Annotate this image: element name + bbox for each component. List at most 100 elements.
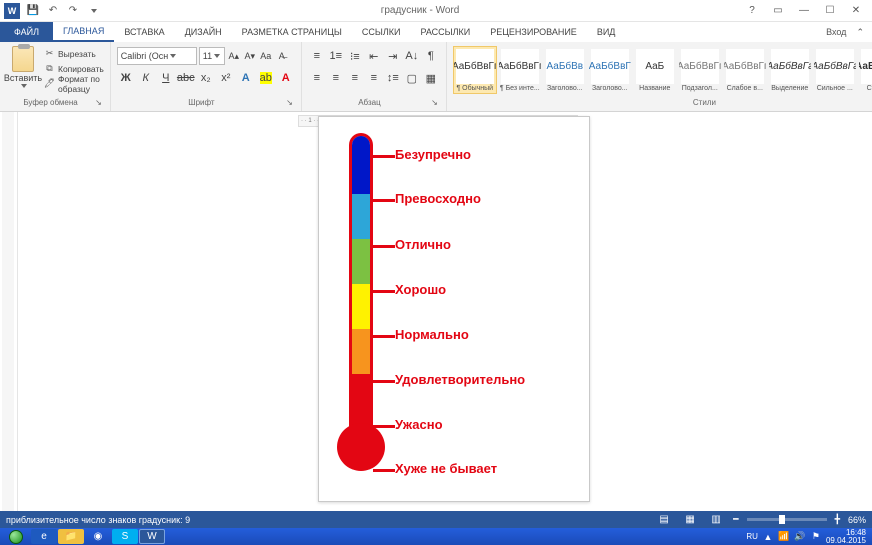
font-size-select[interactable]: 11 bbox=[199, 47, 225, 65]
clipboard-launcher-icon[interactable]: ↘ bbox=[95, 98, 102, 107]
format-painter-button[interactable]: 🖊Формат по образцу bbox=[44, 76, 104, 91]
grow-font-icon[interactable]: A▴ bbox=[227, 49, 241, 63]
status-text[interactable]: приблизительное число знаков градусник: … bbox=[6, 515, 190, 525]
taskbar-word-icon[interactable]: W bbox=[139, 529, 165, 544]
change-case-icon[interactable]: Aa bbox=[259, 49, 273, 63]
align-right-button[interactable]: ≡ bbox=[346, 69, 364, 87]
thermometer-tick bbox=[373, 425, 395, 428]
style-item[interactable]: АаБбВвГЗаголово... bbox=[588, 46, 632, 94]
cut-button[interactable]: ✂Вырезать bbox=[44, 46, 104, 61]
tab-review[interactable]: РЕЦЕНЗИРОВАНИЕ bbox=[480, 22, 587, 42]
borders-button[interactable]: ▦ bbox=[422, 69, 440, 87]
account-signin[interactable]: Вход bbox=[826, 27, 846, 37]
align-center-button[interactable]: ≡ bbox=[327, 69, 345, 87]
tab-view[interactable]: ВИД bbox=[587, 22, 626, 42]
qat-customize-icon[interactable] bbox=[86, 4, 100, 18]
font-launcher-icon[interactable]: ↘ bbox=[286, 98, 293, 107]
tab-file[interactable]: ФАЙЛ bbox=[0, 22, 53, 42]
font-family-select[interactable]: Calibri (Осн bbox=[117, 47, 197, 65]
italic-button[interactable]: К bbox=[137, 69, 155, 87]
zoom-in-icon[interactable]: ╋ bbox=[835, 514, 840, 525]
tray-sound-icon[interactable]: 🔊 bbox=[794, 531, 806, 543]
start-button[interactable] bbox=[2, 529, 30, 544]
tab-layout[interactable]: РАЗМЕТКА СТРАНИЦЫ bbox=[232, 22, 352, 42]
maximize-icon[interactable]: ☐ bbox=[818, 2, 842, 20]
line-spacing-button[interactable]: ↕≡ bbox=[384, 69, 402, 87]
font-group-label: Шрифт bbox=[188, 98, 214, 107]
subscript-button[interactable]: x₂ bbox=[197, 69, 215, 87]
style-preview: АаБбВвГ bbox=[591, 49, 629, 84]
ribbon: Вставить ✂Вырезать ⧉Копировать 🖊Формат п… bbox=[0, 42, 872, 112]
highlight-button[interactable]: ab bbox=[257, 69, 275, 87]
zoom-thumb[interactable] bbox=[779, 515, 785, 524]
style-item[interactable]: АаБНазвание bbox=[633, 46, 677, 94]
tab-home[interactable]: ГЛАВНАЯ bbox=[53, 22, 114, 42]
style-item[interactable]: АаБбВвГгВыделение bbox=[768, 46, 812, 94]
paste-button[interactable]: Вставить bbox=[6, 44, 40, 88]
text-effects-button[interactable]: A bbox=[237, 69, 255, 87]
zoom-slider[interactable] bbox=[747, 518, 827, 521]
taskbar-ie-icon[interactable]: e bbox=[31, 529, 57, 544]
bullets-button[interactable]: ≡ bbox=[308, 47, 326, 65]
collapse-ribbon-icon[interactable]: ⌃ bbox=[856, 27, 864, 38]
zoom-out-icon[interactable]: ━ bbox=[733, 514, 738, 525]
vertical-ruler[interactable] bbox=[0, 112, 18, 528]
style-item[interactable]: АаБбВвГг¶ Обычный bbox=[453, 46, 497, 94]
style-item[interactable]: АаБбВвГгПодзагол... bbox=[678, 46, 722, 94]
tab-references[interactable]: ССЫЛКИ bbox=[352, 22, 411, 42]
taskbar-explorer-icon[interactable]: 📁 bbox=[58, 529, 84, 544]
align-left-button[interactable]: ≡ bbox=[308, 69, 326, 87]
document-area[interactable]: · · 1 · · 2 · · 3 · · 4 · · 5 · · 6 · · … bbox=[18, 112, 872, 528]
bold-button[interactable]: Ж bbox=[117, 69, 135, 87]
multilevel-button[interactable]: ⁝≡ bbox=[346, 47, 364, 65]
qat-undo-icon[interactable]: ↶ bbox=[46, 4, 60, 18]
justify-button[interactable]: ≡ bbox=[365, 69, 383, 87]
superscript-button[interactable]: x² bbox=[217, 69, 235, 87]
taskbar-skype-icon[interactable]: S bbox=[112, 529, 138, 544]
tray-network-icon[interactable]: 📶 bbox=[778, 531, 790, 543]
window-title: градусник - Word bbox=[100, 5, 740, 16]
decrease-indent-button[interactable]: ⇤ bbox=[365, 47, 383, 65]
group-font: Calibri (Осн 11 A▴ A▾ Aa A̶ Ж К Ч abc x₂… bbox=[111, 42, 302, 111]
paragraph-launcher-icon[interactable]: ↘ bbox=[431, 98, 438, 107]
zoom-level[interactable]: 66% bbox=[848, 515, 866, 525]
style-item[interactable]: АаБбВвГг¶ Без инте... bbox=[498, 46, 542, 94]
sort-button[interactable]: A↓ bbox=[403, 47, 421, 65]
style-item[interactable]: АаБбВвГгСтрогий bbox=[858, 46, 872, 94]
style-item[interactable]: АаБбВвГгСильное ... bbox=[813, 46, 857, 94]
tray-flag-icon[interactable]: ▲ bbox=[762, 531, 774, 543]
style-item[interactable]: АаБбВвГгСлабое в... bbox=[723, 46, 767, 94]
tab-mailings[interactable]: РАССЫЛКИ bbox=[410, 22, 480, 42]
clear-format-icon[interactable]: A̶ bbox=[275, 49, 289, 63]
tab-design[interactable]: ДИЗАЙН bbox=[175, 22, 232, 42]
qat-save-icon[interactable]: 💾 bbox=[26, 4, 40, 18]
shrink-font-icon[interactable]: A▾ bbox=[243, 49, 257, 63]
style-preview: АаБбВвГг bbox=[726, 49, 764, 84]
view-read-icon[interactable]: ▤ bbox=[655, 513, 673, 527]
show-marks-button[interactable]: ¶ bbox=[422, 47, 440, 65]
tab-insert[interactable]: ВСТАВКА bbox=[114, 22, 174, 42]
close-icon[interactable]: ✕ bbox=[844, 2, 868, 20]
numbering-button[interactable]: 1≡ bbox=[327, 47, 345, 65]
tray-action-icon[interactable]: ⚑ bbox=[810, 531, 822, 543]
help-icon[interactable]: ? bbox=[740, 2, 764, 20]
tray-lang[interactable]: RU bbox=[746, 532, 758, 541]
thermometer-label: Хорошо bbox=[395, 282, 446, 297]
strike-button[interactable]: abc bbox=[177, 69, 195, 87]
font-color-button[interactable]: A bbox=[277, 69, 295, 87]
increase-indent-button[interactable]: ⇥ bbox=[384, 47, 402, 65]
titlebar: W 💾 ↶ ↷ градусник - Word ? ▭ — ☐ ✕ bbox=[0, 0, 872, 22]
document-page[interactable]: БезупречноПревосходноОтличноХорошоНормал… bbox=[318, 116, 590, 502]
minimize-icon[interactable]: — bbox=[792, 2, 816, 20]
style-name-label: Сильное ... bbox=[814, 84, 856, 93]
shading-button[interactable]: ▢ bbox=[403, 69, 421, 87]
underline-button[interactable]: Ч bbox=[157, 69, 175, 87]
style-item[interactable]: АаБбВвЗаголово... bbox=[543, 46, 587, 94]
view-print-icon[interactable]: ▦ bbox=[681, 513, 699, 527]
style-preview: АаБбВвГг bbox=[501, 49, 539, 84]
view-web-icon[interactable]: ▥ bbox=[707, 513, 725, 527]
ribbon-display-icon[interactable]: ▭ bbox=[766, 2, 790, 20]
tray-clock[interactable]: 16:48 09.04.2015 bbox=[826, 529, 866, 545]
qat-redo-icon[interactable]: ↷ bbox=[66, 4, 80, 18]
taskbar-chrome-icon[interactable]: ◉ bbox=[85, 529, 111, 544]
